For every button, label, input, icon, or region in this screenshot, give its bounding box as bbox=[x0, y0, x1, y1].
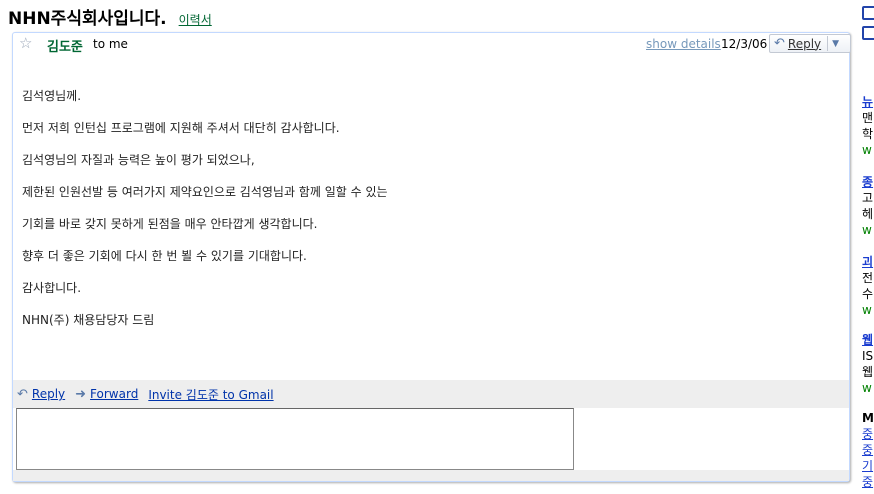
message-action-bar: ↶ Reply ➜ Forward Invite 김도준 to Gmail bbox=[13, 380, 849, 408]
reply-button-label: Reply bbox=[787, 36, 822, 51]
ad-text: 헤 bbox=[862, 207, 874, 221]
body-line: 김석영님의 자질과 능력은 높이 평가 되었으나, bbox=[22, 153, 255, 167]
reply-arrow-icon: ↶ bbox=[774, 36, 785, 51]
reply-link[interactable]: ↶ Reply bbox=[17, 387, 65, 402]
ad-text: 고 bbox=[862, 191, 874, 205]
message-header: ☆ 김도준 to me show details 12/3/06 ↶ Reply… bbox=[13, 33, 851, 57]
gmail-conversation-view: NHN주식회사입니다. 이력서 ☆ 김도준 to me show details… bbox=[0, 0, 874, 494]
label-tag-link[interactable]: 이력서 bbox=[179, 11, 212, 28]
message-body: 김석영님께. 먼저 저희 인턴십 프로그램에 지원해 주셔서 대단히 감사합니다… bbox=[22, 88, 388, 344]
reply-button[interactable]: ↶ Reply ▼ bbox=[769, 34, 851, 53]
body-line: 제한된 인원선발 등 여러가지 제약요인으로 김석영님과 함께 일할 수 있는 bbox=[22, 185, 388, 199]
ad-text: 맨 bbox=[862, 111, 874, 125]
sponsored-link[interactable]: 뉴 맨 학 w bbox=[862, 94, 873, 158]
reply-arrow-icon: ↶ bbox=[17, 386, 28, 402]
reply-dropdown-icon[interactable]: ▼ bbox=[832, 39, 839, 49]
ad-url: w bbox=[862, 303, 872, 317]
ad-text: IS bbox=[862, 349, 874, 363]
more-link[interactable]: 중 bbox=[862, 442, 874, 458]
ad-title[interactable]: 웹 bbox=[862, 332, 873, 348]
forward-link[interactable]: ➜ Forward bbox=[75, 387, 138, 402]
invite-to-gmail-link[interactable]: Invite 김도준 to Gmail bbox=[148, 386, 273, 403]
more-link[interactable]: 중 bbox=[862, 474, 874, 490]
ad-text: 전 bbox=[862, 271, 874, 285]
sponsored-link[interactable]: 종 고 헤 w bbox=[862, 174, 873, 238]
body-line: 먼저 저희 인턴십 프로그램에 지원해 주셔서 대단히 감사합니다. bbox=[22, 121, 340, 135]
ad-text: 웹 bbox=[862, 365, 874, 379]
ad-url: w bbox=[862, 223, 872, 237]
sponsored-link[interactable]: 웹 IS 웹 w bbox=[862, 332, 873, 396]
message-date: 12/3/06 bbox=[721, 37, 768, 51]
message-card: ☆ 김도준 to me show details 12/3/06 ↶ Reply… bbox=[12, 32, 851, 482]
ad-title[interactable]: 종 bbox=[862, 174, 873, 190]
ad-title[interactable]: 괴 bbox=[862, 254, 873, 270]
subject-row: NHN주식회사입니다. 이력서 bbox=[8, 4, 212, 29]
ad-text: 학 bbox=[862, 127, 874, 141]
more-heading: M bbox=[862, 411, 874, 425]
forward-link-label: Forward bbox=[90, 387, 139, 401]
show-details-link[interactable]: show details bbox=[646, 37, 721, 51]
right-sidebar-ads: 뉴 맨 학 w 종 고 헤 w 괴 전 수 w 웹 IS 웹 w M 중 중 기 bbox=[862, 6, 874, 494]
ad-url: w bbox=[862, 381, 872, 395]
forward-arrow-icon: ➜ bbox=[75, 386, 87, 402]
print-icon[interactable] bbox=[862, 6, 874, 20]
more-link[interactable]: 중 bbox=[862, 426, 874, 442]
body-line: 향후 더 좋은 기회에 다시 한 번 뵐 수 있기를 기대합니다. bbox=[22, 249, 307, 263]
new-window-icon[interactable] bbox=[862, 26, 874, 40]
sender-name[interactable]: 김도준 bbox=[47, 36, 83, 55]
ad-text: 수 bbox=[862, 287, 874, 301]
reply-area-background bbox=[13, 470, 849, 481]
more-link[interactable]: 기 bbox=[862, 458, 874, 474]
sponsored-link[interactable]: 괴 전 수 w bbox=[862, 254, 873, 318]
body-line: 김석영님께. bbox=[22, 89, 82, 103]
recipients-text: to me bbox=[93, 37, 128, 51]
body-line: 감사합니다. bbox=[22, 281, 82, 295]
body-line: 기회를 바로 갖지 못하게 된점을 매우 안타깝게 생각합니다. bbox=[22, 217, 318, 231]
more-about-section: M 중 중 기 중 bbox=[862, 410, 874, 490]
star-icon[interactable]: ☆ bbox=[19, 34, 32, 52]
ad-title[interactable]: 뉴 bbox=[862, 94, 873, 110]
body-signature: NHN(주) 채용담당자 드림 bbox=[22, 313, 155, 327]
reply-button-divider bbox=[827, 36, 829, 51]
email-subject: NHN주식회사입니다. bbox=[8, 9, 167, 29]
ad-url: w bbox=[862, 143, 872, 157]
quick-reply-textarea[interactable] bbox=[16, 408, 574, 470]
reply-link-label: Reply bbox=[31, 387, 66, 401]
